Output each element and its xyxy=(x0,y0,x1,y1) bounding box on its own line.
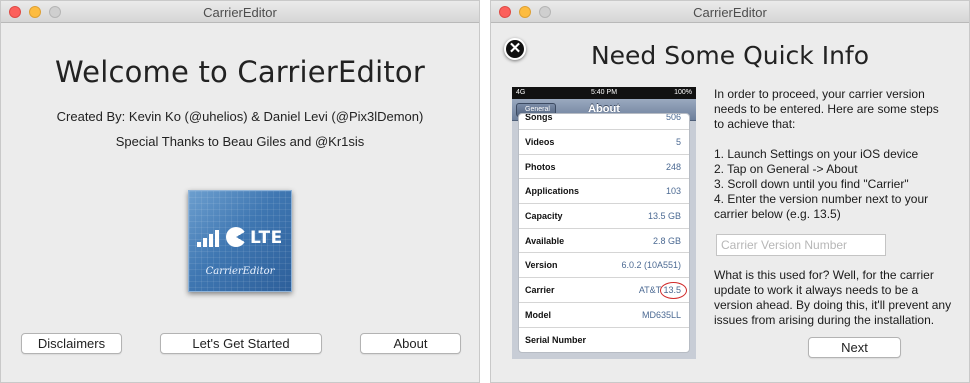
special-thanks-text: Special Thanks to Beau Giles and @Kr1sis xyxy=(115,134,365,149)
row-value: 248 xyxy=(665,161,681,172)
lets-get-started-button[interactable]: Let's Get Started xyxy=(160,333,322,354)
window-title: CarrierEditor xyxy=(693,5,767,20)
explanation-text: What is this used for? Well, for the car… xyxy=(714,268,952,327)
table-row: Available 2.8 GB xyxy=(519,229,689,254)
row-value: MD635LL xyxy=(641,309,681,320)
lte-badge: LTE xyxy=(250,228,283,248)
created-by-text: Created By: Kevin Ko (@uhelios) & Daniel… xyxy=(56,109,424,124)
step-1: 1. Launch Settings on your iOS device xyxy=(714,147,919,161)
table-row: Videos 5 xyxy=(519,130,689,155)
table-row: Capacity 13.5 GB xyxy=(519,204,689,229)
title-bar: CarrierEditor xyxy=(491,1,969,23)
status-time: 5:40 PM xyxy=(590,89,618,96)
row-key: Applications xyxy=(525,186,580,197)
ios-status-bar: 4G 5:40 PM 100% xyxy=(512,87,696,99)
app-icon-label: CarrierEditor xyxy=(205,266,275,277)
title-bar: CarrierEditor xyxy=(1,1,479,23)
row-key: Videos xyxy=(525,137,555,147)
table-row: Model MD635LL xyxy=(519,303,689,328)
row-value: 103 xyxy=(665,186,681,197)
table-row: Applications 103 xyxy=(519,179,689,205)
about-table: Songs 506 Videos 5 Photos 248 Applicatio… xyxy=(518,113,690,354)
table-row: Version 6.0.2 (10A551) xyxy=(519,253,689,279)
about-button[interactable]: About xyxy=(360,333,461,354)
welcome-window: CarrierEditor Welcome to CarrierEditor C… xyxy=(0,0,480,383)
row-value: 2.8 GB xyxy=(652,235,681,246)
row-key: Songs xyxy=(525,114,553,122)
carrier-highlight-circle xyxy=(660,282,687,300)
row-value: 5 xyxy=(675,137,681,147)
signal-bars-icon xyxy=(197,229,223,247)
row-key: Carrier xyxy=(525,285,555,296)
row-key: Photos xyxy=(525,161,556,172)
quick-info-heading: Need Some Quick Info xyxy=(590,41,870,70)
row-key: Version xyxy=(525,260,558,271)
disclaimers-button[interactable]: Disclaimers xyxy=(21,333,122,354)
window-title: CarrierEditor xyxy=(203,5,277,20)
welcome-heading: Welcome to CarrierEditor xyxy=(54,55,425,89)
row-key: Model xyxy=(525,309,551,320)
row-value: 506 xyxy=(665,114,681,122)
row-key: Capacity xyxy=(525,211,563,222)
step-3: 3. Scroll down until you find "Carrier" xyxy=(714,177,909,191)
table-row: Photos 248 xyxy=(519,155,689,180)
pacman-icon xyxy=(226,227,246,247)
carrier-version-input[interactable] xyxy=(716,234,886,256)
battery-indicator: 100% xyxy=(674,89,692,96)
next-button[interactable]: Next xyxy=(808,337,901,358)
table-row: Songs 506 xyxy=(519,114,689,130)
step-2: 2. Tap on General -> About xyxy=(714,162,858,176)
instructions-intro: In order to proceed, your carrier versio… xyxy=(714,87,939,131)
quick-info-window: CarrierEditor ✕ Need Some Quick Info 4G … xyxy=(490,0,970,383)
instructions-text: In order to proceed, your carrier versio… xyxy=(714,87,952,222)
row-value: 6.0.2 (10A551) xyxy=(621,260,681,271)
table-row: Serial Number xyxy=(519,328,689,353)
row-key: Serial Number xyxy=(525,334,587,345)
row-value: 13.5 GB xyxy=(647,211,681,222)
serial-number-redaction xyxy=(597,331,685,349)
step-4: 4. Enter the version number next to your… xyxy=(714,192,929,221)
table-row: Carrier AT&T 13.5 xyxy=(519,278,689,303)
iphone-about-screenshot: 4G 5:40 PM 100% General About Songs 506 … xyxy=(512,87,696,359)
carriereditor-app-icon: LTE CarrierEditor xyxy=(188,190,292,292)
row-key: Available xyxy=(525,235,565,246)
